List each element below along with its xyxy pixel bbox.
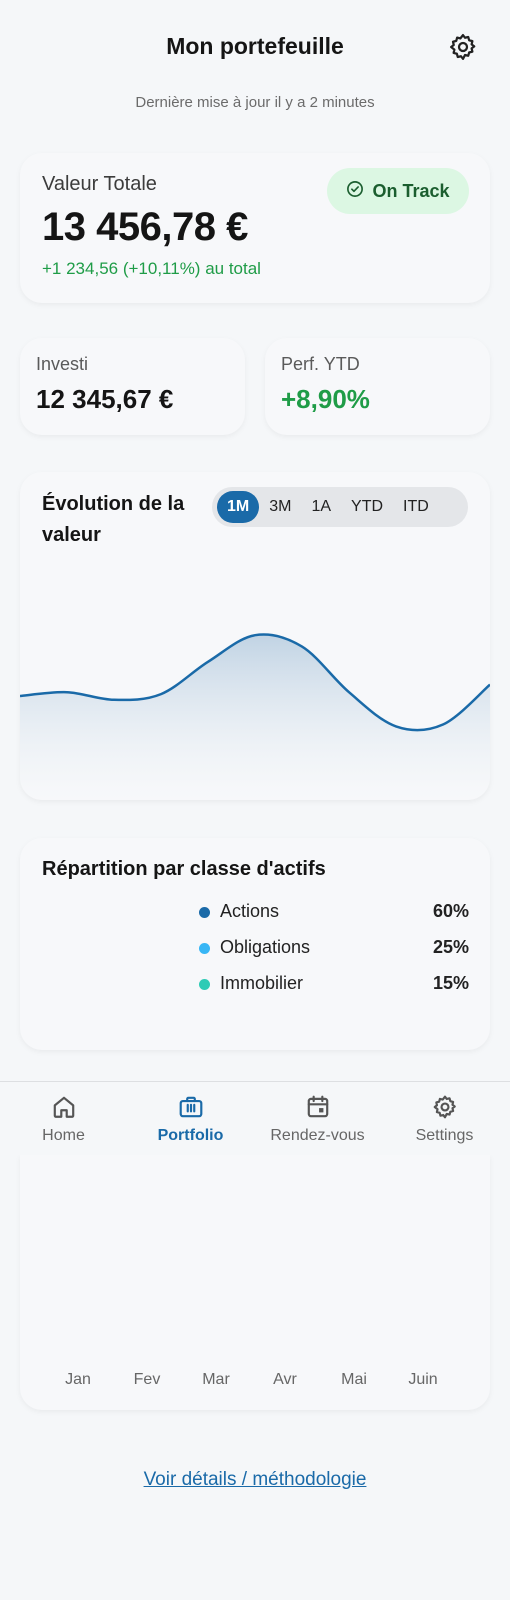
legend-item-obligations: Obligations 25%	[199, 936, 469, 962]
range-1a[interactable]: 1A	[301, 491, 341, 523]
tab-home-label: Home	[42, 1127, 85, 1144]
total-value: 13 456,78 €	[42, 205, 248, 249]
gear-icon	[433, 1095, 456, 1119]
total-change: +1 234,56 (+10,11%) au total	[42, 259, 261, 278]
invested-card: Investi 12 345,67 €	[20, 338, 245, 435]
allocation-title: Répartition par classe d'actifs	[42, 858, 326, 880]
invested-label: Investi	[36, 354, 89, 374]
methodology-link[interactable]: Voir détails / méthodologie	[0, 1469, 510, 1491]
tab-bar: Home Portfolio Rendez-vous Settings	[0, 1081, 510, 1155]
invested-value: 12 345,67 €	[36, 384, 174, 414]
month-label: Fev	[133, 1371, 161, 1388]
evolution-chart-card: Évolution de la valeur 1M 3M 1A YTD ITD	[20, 472, 490, 800]
tab-rendez-vous-label: Rendez-vous	[270, 1127, 365, 1144]
month-label: Jan	[65, 1371, 91, 1388]
last-updated: Dernière mise à jour il y a 2 minutes	[135, 94, 375, 111]
chart-area	[20, 634, 490, 800]
range-1m[interactable]: 1M	[217, 491, 260, 523]
month-label: Avr	[273, 1371, 297, 1388]
chart-title: Évolution de la valeur	[42, 493, 185, 546]
tab-rendez-vous[interactable]: Rendez-vous	[254, 1082, 381, 1156]
legend-percent: 60%	[432, 901, 469, 921]
tab-settings-label: Settings	[415, 1127, 474, 1144]
legend-label: Obligations	[220, 937, 311, 957]
briefcase-icon	[179, 1096, 202, 1118]
allocation-card: Répartition par classe d'actifs Actions …	[20, 838, 490, 1050]
legend-dot	[199, 907, 210, 918]
status-badge: On Track	[327, 168, 469, 214]
range-3m[interactable]: 3M	[259, 491, 301, 523]
legend-item-actions: Actions 60%	[199, 900, 469, 926]
legend-dot	[199, 979, 210, 990]
legend-label: Immobilier	[220, 973, 304, 993]
range-ytd[interactable]: YTD	[341, 491, 393, 523]
ytd-label: Perf. YTD	[281, 354, 360, 374]
total-value-card: Valeur Totale 13 456,78 € +1 234,56 (+10…	[20, 153, 490, 303]
range-itd[interactable]: ITD	[393, 491, 439, 523]
legend-item-immobilier: Immobilier 15%	[199, 972, 469, 998]
check-circle-icon	[346, 180, 364, 203]
legend-percent: 25%	[432, 937, 469, 957]
page-title: Mon portefeuille	[166, 33, 344, 59]
tab-home[interactable]: Home	[0, 1082, 127, 1156]
range-selector: 1M 3M 1A YTD ITD	[212, 487, 468, 527]
tab-portfolio-label: Portfolio	[157, 1127, 224, 1144]
status-badge-label: On Track	[372, 180, 450, 201]
month-label: Mar	[202, 1371, 230, 1388]
calendar-icon	[307, 1095, 328, 1118]
total-label: Valeur Totale	[42, 173, 157, 195]
monthly-card: Jan Fev Mar Avr Mai Juin	[20, 1155, 490, 1410]
ytd-card: Perf. YTD +8,90%	[265, 338, 490, 435]
legend-percent: 15%	[432, 973, 469, 993]
home-icon	[53, 1096, 74, 1118]
month-label: Mai	[341, 1371, 367, 1388]
month-label: Juin	[408, 1371, 438, 1388]
header: Mon portefeuille	[0, 0, 510, 90]
legend-label: Actions	[220, 901, 280, 921]
gear-icon[interactable]	[448, 32, 478, 62]
legend-dot	[199, 943, 210, 954]
tab-portfolio[interactable]: Portfolio	[127, 1082, 254, 1156]
ytd-value: +8,90%	[281, 384, 370, 414]
tab-settings[interactable]: Settings	[381, 1082, 508, 1156]
